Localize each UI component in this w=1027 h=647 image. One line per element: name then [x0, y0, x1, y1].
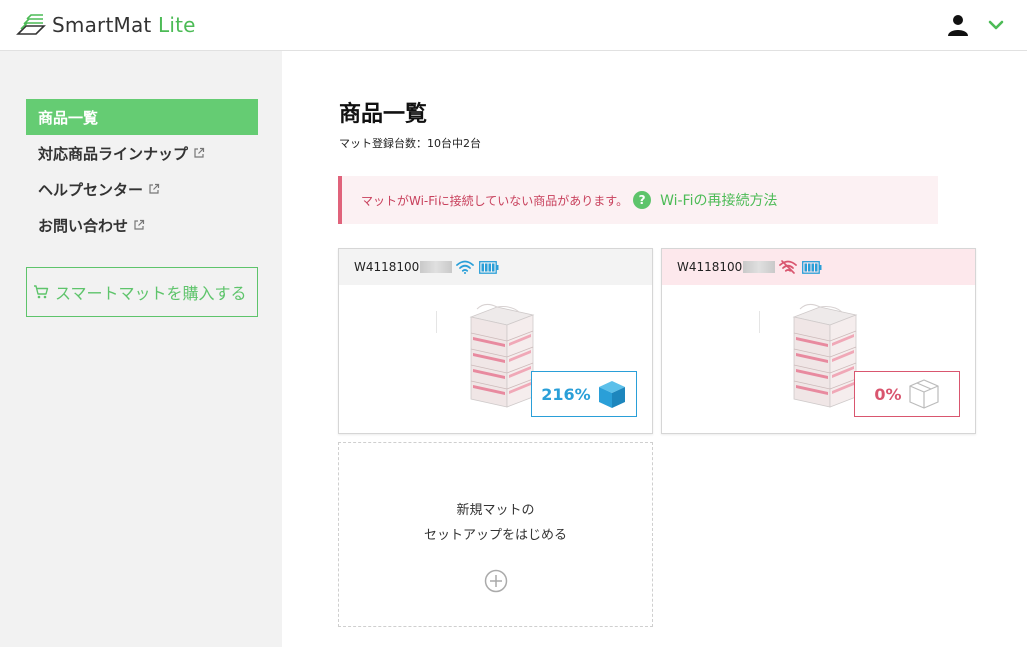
wifi-disconnected-icon	[779, 260, 798, 274]
external-link-icon	[134, 219, 145, 230]
mat-id: W4118100	[677, 260, 743, 274]
app-header: SmartMat Lite	[0, 0, 1027, 51]
sidebar-item-label: 対応商品ラインナップ	[38, 144, 189, 163]
new-mat-setup-card[interactable]: 新規マットの セットアップをはじめる	[338, 442, 653, 627]
stock-percent: 0%	[874, 384, 902, 404]
page-title: 商品一覧	[339, 102, 428, 127]
card-header: W4118100	[662, 249, 975, 285]
battery-full-icon	[802, 260, 822, 274]
sidebar-item-label: お問い合わせ	[38, 216, 129, 235]
user-icon[interactable]	[946, 13, 970, 37]
wifi-connected-icon	[456, 260, 475, 274]
product-card[interactable]: W4118100 216%	[338, 248, 653, 434]
tissue-product-image	[469, 303, 535, 408]
card-header: W4118100	[339, 249, 652, 285]
box-full-icon	[598, 381, 625, 408]
help-icon[interactable]: ?	[633, 191, 652, 209]
sidebar-item-help[interactable]: ヘルプセンター	[26, 171, 258, 207]
tissue-product-image	[792, 303, 858, 408]
stock-level-badge: 0%	[854, 371, 960, 417]
wifi-reconnect-link[interactable]: Wi-Fiの再接続方法	[660, 190, 777, 210]
masked-id-suffix	[743, 261, 776, 273]
setup-line-1: 新規マットの	[456, 503, 535, 518]
add-circle-icon	[484, 569, 508, 593]
logo-mark-icon	[16, 14, 46, 35]
box-empty-icon	[908, 379, 939, 409]
sidebar-item-contact[interactable]: お問い合わせ	[26, 207, 258, 243]
wifi-alert: マットがWi-Fiに接続していない商品があります。 ? Wi-Fiの再接続方法	[338, 176, 938, 224]
sidebar: 商品一覧 対応商品ラインナップ ヘルプセンター お問い合わせ スマートマットを購…	[0, 51, 282, 647]
app-logo[interactable]: SmartMat Lite	[16, 11, 196, 39]
sidebar-item-label: ヘルプセンター	[38, 180, 144, 199]
external-link-icon	[149, 183, 160, 194]
sidebar-item-products[interactable]: 商品一覧	[26, 99, 258, 135]
mat-id: W4118100	[354, 260, 420, 274]
product-card[interactable]: W4118100 0%	[661, 248, 976, 434]
stock-level-badge: 216%	[531, 371, 637, 417]
battery-full-icon	[479, 260, 499, 274]
cart-icon	[34, 285, 49, 299]
buy-button-label: スマートマットを購入する	[55, 284, 247, 303]
logo-text-accent: Lite	[158, 13, 196, 37]
masked-id-suffix	[420, 261, 453, 273]
logo-text-main: SmartMat	[52, 13, 152, 37]
chevron-down-icon[interactable]	[987, 16, 1005, 34]
sidebar-item-label: 商品一覧	[38, 108, 99, 127]
sidebar-item-lineup[interactable]: 対応商品ラインナップ	[26, 135, 258, 171]
stock-percent: 216%	[541, 384, 591, 404]
alert-message: マットがWi-Fiに接続していない商品があります。	[361, 193, 629, 208]
buy-smartmat-button[interactable]: スマートマットを購入する	[26, 267, 258, 317]
setup-line-2: セットアップをはじめる	[423, 528, 567, 543]
external-link-icon	[194, 147, 205, 158]
mat-count-text: マット登録台数：10台中2台	[339, 137, 481, 150]
